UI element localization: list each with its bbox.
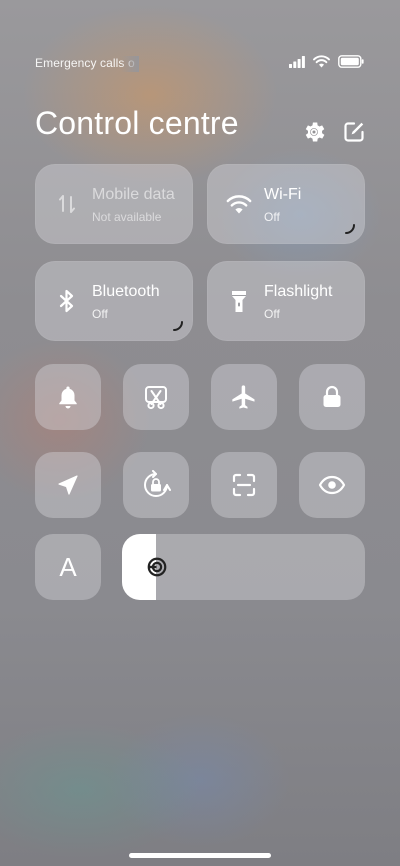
flashlight-toggle[interactable]: Flashlight Off xyxy=(207,261,365,341)
scanner-icon xyxy=(232,473,256,497)
page-title: Control centre xyxy=(35,105,239,141)
mobile-data-icon xyxy=(53,190,81,218)
mobile-data-status: Not available xyxy=(92,210,162,224)
lock-screen-button[interactable] xyxy=(299,364,365,430)
status-bar: Emergency calls o xyxy=(0,0,400,72)
font-size-button[interactable]: A xyxy=(35,534,101,600)
flashlight-status: Off xyxy=(264,307,280,321)
bluetooth-icon xyxy=(53,287,81,315)
airplane-icon xyxy=(232,385,255,409)
eye-icon xyxy=(318,475,346,495)
bluetooth-status: Off xyxy=(92,307,108,321)
expand-corner-icon[interactable] xyxy=(345,224,355,234)
font-size-label: A xyxy=(59,551,77,582)
reading-mode-button[interactable] xyxy=(299,452,365,518)
flashlight-label: Flashlight xyxy=(264,283,333,300)
lock-icon xyxy=(323,385,341,407)
wifi-status: Off xyxy=(264,210,280,224)
mobile-data-label: Mobile data xyxy=(92,186,175,203)
settings-button[interactable] xyxy=(300,118,328,146)
edit-button[interactable] xyxy=(340,118,368,146)
battery-icon xyxy=(338,55,364,68)
gear-icon xyxy=(305,122,325,142)
wifi-label: Wi-Fi xyxy=(264,186,302,203)
brightness-icon xyxy=(147,557,167,577)
location-button[interactable] xyxy=(35,452,101,518)
mobile-data-toggle[interactable]: Mobile data Not available xyxy=(35,164,193,244)
cellular-signal-icon xyxy=(289,55,305,68)
location-icon xyxy=(58,475,78,495)
home-indicator[interactable] xyxy=(129,853,271,858)
bluetooth-label: Bluetooth xyxy=(92,283,160,300)
brightness-slider[interactable] xyxy=(122,534,365,600)
rotation-lock-icon xyxy=(144,470,171,497)
edit-icon xyxy=(344,122,364,142)
scanner-button[interactable] xyxy=(211,452,277,518)
airplane-mode-button[interactable] xyxy=(211,364,277,430)
screenshot-icon xyxy=(145,386,167,410)
bluetooth-toggle[interactable]: Bluetooth Off xyxy=(35,261,193,341)
rotation-lock-button[interactable] xyxy=(123,452,189,518)
silent-mode-button[interactable] xyxy=(35,364,101,430)
carrier-label: Emergency calls o xyxy=(35,56,139,72)
bell-icon xyxy=(59,386,77,409)
wifi-icon xyxy=(225,190,253,218)
expand-corner-icon[interactable] xyxy=(173,321,183,331)
wifi-status-icon xyxy=(313,55,330,68)
screenshot-button[interactable] xyxy=(123,364,189,430)
flashlight-icon xyxy=(225,287,253,315)
wifi-toggle[interactable]: Wi-Fi Off xyxy=(207,164,365,244)
